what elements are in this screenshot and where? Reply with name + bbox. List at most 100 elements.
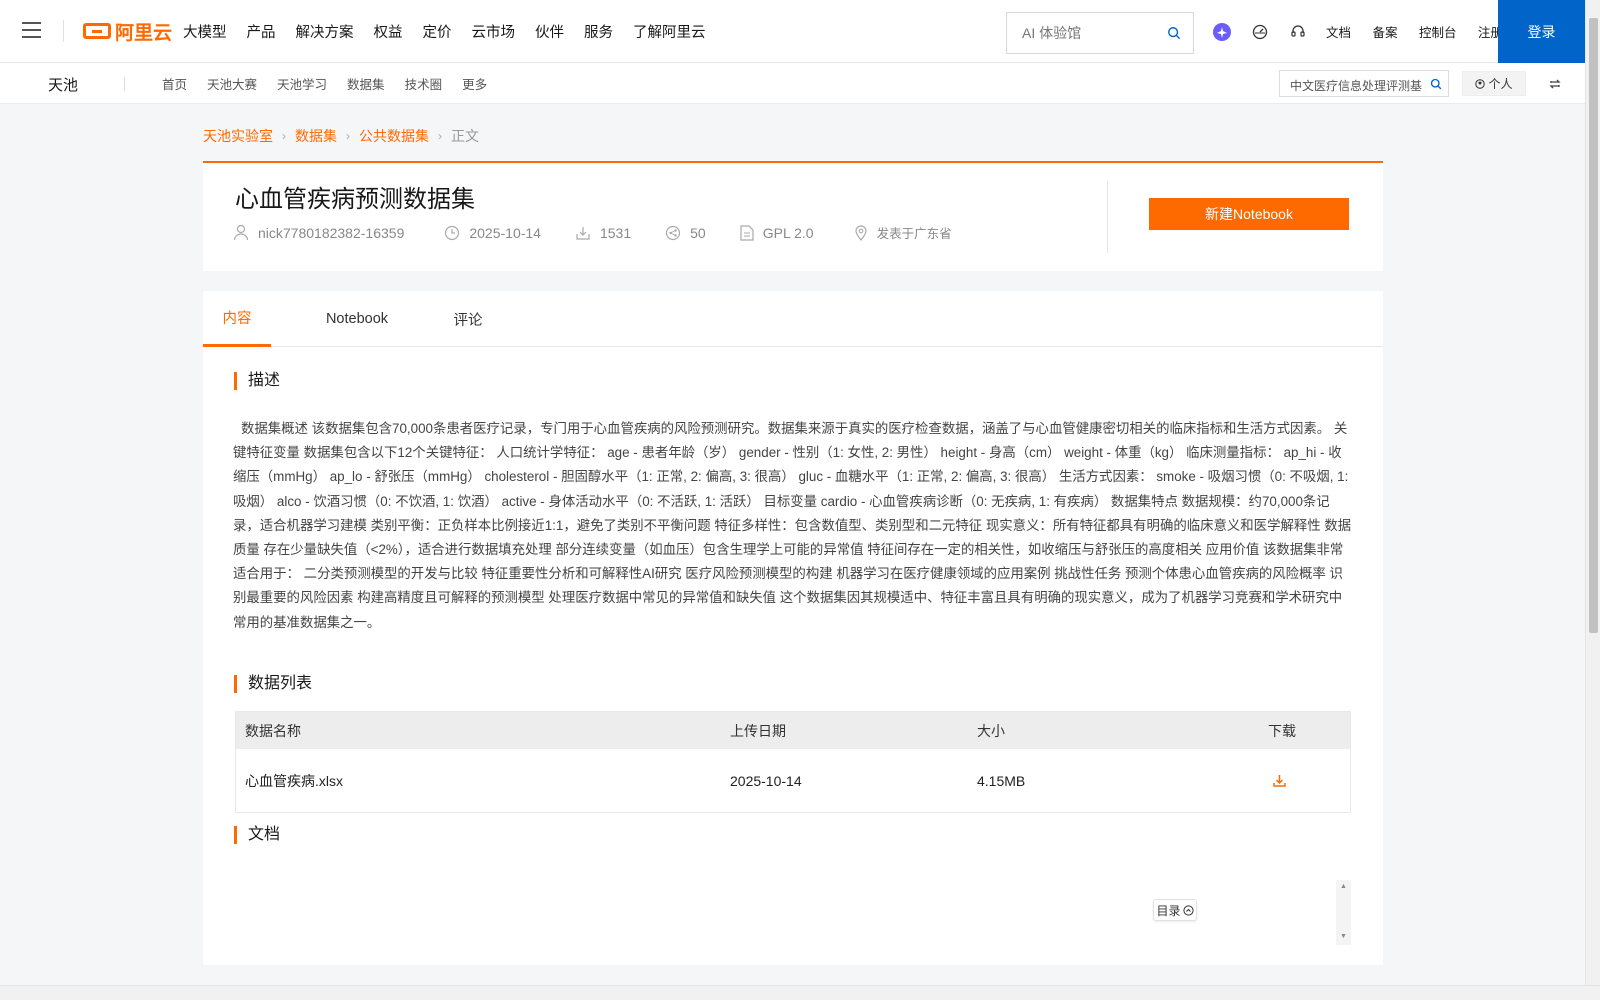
tab-content[interactable]: 内容 [203,291,271,347]
divider [124,77,125,91]
ai-assistant-icon[interactable] [1212,22,1232,42]
login-button[interactable]: 登录 [1498,0,1585,63]
switch-icon[interactable] [1548,77,1562,91]
menu-item-services[interactable]: 服务 [584,21,613,42]
publish-location: 发表于广东省 [876,227,952,241]
search-value: 中文医疗信息处理评测基 [1290,79,1423,93]
toc-label: 目录 [1156,903,1181,918]
download-icon[interactable] [1272,773,1287,788]
breadcrumb-item[interactable]: 天池实验室 [203,126,273,146]
new-notebook-button[interactable]: 新建Notebook [1149,198,1349,230]
tianchi-search-input[interactable]: 中文医疗信息处理评测基 [1279,70,1449,97]
breadcrumb: 天池实验室 › 数据集 › 公共数据集 › 正文 [203,126,479,146]
document-icon [740,224,754,241]
logo-text: 阿里云 [115,22,173,44]
link-docs[interactable]: 文档 [1326,26,1351,40]
personal-label: 个人 [1488,77,1513,91]
toc-button[interactable]: 目录 [1153,899,1197,921]
content-card: 内容 Notebook 评论 描述 数据集概述 该数据集包含70,000条患者医… [203,291,1383,965]
table-header: 数据名称 上传日期 大小 下载 [236,712,1350,749]
menu-item-solutions[interactable]: 解决方案 [296,21,354,42]
page-scrollbar[interactable] [1585,0,1600,985]
column-header-size: 大小 [977,722,1005,739]
submenu-competitions[interactable]: 天池大赛 [207,74,257,93]
chevron-right-icon: › [438,129,442,143]
hamburger-menu-icon[interactable] [22,22,41,38]
meta-author: nick7780182382-16359 [233,224,404,241]
table-row: 心血管疾病.xlsx 2025-10-14 4.15MB [236,749,1350,812]
file-date: 2025-10-14 [730,772,802,789]
breadcrumb-item[interactable]: 公共数据集 [359,126,429,146]
menu-item-models[interactable]: 大模型 [183,21,227,42]
menu-item-marketplace[interactable]: 云市场 [472,21,516,42]
file-size: 4.15MB [977,772,1026,789]
tianchi-menu: 首页 天池大赛 天池学习 数据集 技术圈 更多 [162,63,507,104]
aliyun-logo[interactable]: 阿里云 [83,19,173,44]
clock-icon [445,225,460,240]
menu-item-partners[interactable]: 伙伴 [535,21,564,42]
submenu-learning[interactable]: 天池学习 [277,74,327,93]
scroll-down-arrow-icon[interactable]: ▼ [1340,933,1347,940]
section-title-docs: 文档 [234,826,280,844]
dashboard-icon[interactable] [1250,22,1270,42]
column-header-download: 下载 [1268,722,1296,739]
top-navbar: 阿里云 大模型 产品 解决方案 权益 定价 云市场 伙伴 服务 了解阿里云 文档… [0,0,1585,63]
file-name: 心血管疾病.xlsx [245,772,343,789]
share-icon [666,225,681,240]
scroll-up-arrow-icon[interactable]: ▲ [1340,883,1347,890]
share-count: 50 [690,224,706,241]
doc-scrollbar[interactable]: ▲ ▼ [1336,880,1351,945]
author-name[interactable]: nick7780182382-16359 [258,225,404,241]
description-text: 数据集概述 该数据集包含70,000条患者医疗记录，专门用于心血管疾病的风险预测… [233,421,1352,630]
submenu-datasets[interactable]: 数据集 [347,74,385,93]
menu-item-benefits[interactable]: 权益 [374,21,403,42]
menu-item-about[interactable]: 了解阿里云 [633,21,706,42]
column-header-name: 数据名称 [245,722,301,739]
publish-date: 2025-10-14 [469,224,541,241]
page-title: 心血管疾病预测数据集 [235,186,475,213]
section-title-datalist: 数据列表 [234,675,312,693]
breadcrumb-current: 正文 [451,128,479,144]
top-right-tools: 文档 备案 控制台 注册 [1212,0,1520,63]
license: GPL 2.0 [762,224,814,241]
breadcrumb-item[interactable]: 数据集 [295,126,337,146]
support-headset-icon[interactable] [1288,22,1308,42]
link-console[interactable]: 控制台 [1419,26,1457,40]
meta-date: 2025-10-14 [444,225,541,241]
bottom-bar [0,985,1600,1000]
divider [1107,181,1108,253]
location-pin-icon [854,224,867,241]
column-header-date: 上传日期 [730,722,786,739]
ai-search-box[interactable] [1006,12,1194,54]
user-icon [233,224,249,241]
tab-comments[interactable]: 评论 [443,291,493,347]
submenu-home[interactable]: 首页 [162,74,187,93]
meta-location: 发表于广东省 [854,223,952,242]
download-count-icon [576,226,590,240]
data-table: 数据名称 上传日期 大小 下载 心血管疾病.xlsx 2025-10-14 4.… [235,711,1351,813]
meta-license: GPL 2.0 [740,225,814,241]
chevron-right-icon: › [282,129,286,143]
section-title-description: 描述 [234,372,280,390]
menu-item-products[interactable]: 产品 [247,21,276,42]
divider [63,20,64,42]
chevron-right-icon: › [346,129,350,143]
menu-item-pricing[interactable]: 定价 [423,21,452,42]
user-circle-icon [1475,78,1486,89]
tianchi-subnav: 天池 首页 天池大赛 天池学习 数据集 技术圈 更多 中文医疗信息处理评测基 个… [0,63,1585,104]
dataset-meta: nick7780182382-16359 2025-10-14 1531 50 … [233,223,986,242]
main-menu: 大模型 产品 解决方案 权益 定价 云市场 伙伴 服务 了解阿里云 [183,0,726,63]
scrollbar-thumb[interactable] [1589,18,1598,633]
link-filing[interactable]: 备案 [1372,26,1397,40]
ai-search-input[interactable] [1022,25,1162,41]
search-icon[interactable] [1430,78,1442,90]
tianchi-brand[interactable]: 天池 [48,74,78,95]
meta-downloads: 1531 [575,225,631,241]
search-icon[interactable] [1167,26,1181,40]
submenu-tech-circle[interactable]: 技术圈 [405,74,443,93]
chevron-up-circle-icon [1182,904,1194,916]
tab-notebook[interactable]: Notebook [308,291,406,347]
submenu-more[interactable]: 更多 [462,74,487,93]
personal-button[interactable]: 个人 [1462,71,1526,96]
content-tabs: 内容 Notebook 评论 [203,291,1383,347]
